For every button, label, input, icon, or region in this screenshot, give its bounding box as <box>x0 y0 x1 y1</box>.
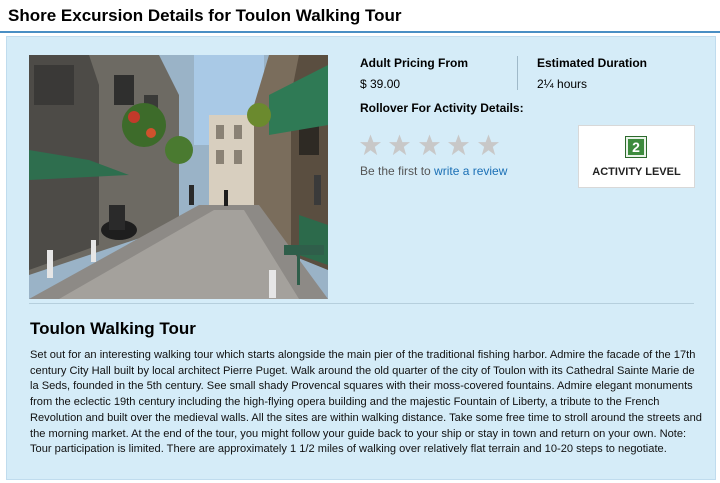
rating-stars[interactable] <box>359 133 502 159</box>
page-title: Shore Excursion Details for Toulon Walki… <box>8 6 402 25</box>
star-icon[interactable] <box>418 133 441 157</box>
write-review-link[interactable]: write a review <box>434 164 507 178</box>
estimated-duration-label: Estimated Duration <box>537 56 648 70</box>
info-divider <box>517 56 518 90</box>
review-prompt: Be the first to write a review <box>360 164 507 178</box>
activity-level-label: ACTIVITY LEVEL <box>592 166 681 178</box>
street-scene-image <box>29 55 328 299</box>
rollover-activity-label: Rollover For Activity Details: <box>360 101 524 115</box>
tour-description: Set out for an interesting walking tour … <box>30 349 702 456</box>
star-icon[interactable] <box>477 133 500 157</box>
title-divider <box>0 31 720 33</box>
adult-pricing-value: $ 39.00 <box>360 77 401 91</box>
adult-pricing-label: Adult Pricing From <box>360 56 468 70</box>
tour-photo <box>29 55 328 299</box>
excursion-panel: Adult Pricing From $ 39.00 Estimated Dur… <box>6 36 716 480</box>
star-icon[interactable] <box>359 133 382 157</box>
activity-level-box[interactable]: 2 ACTIVITY LEVEL <box>578 125 695 188</box>
tour-title: Toulon Walking Tour <box>30 319 196 338</box>
section-divider <box>29 303 694 304</box>
star-icon[interactable] <box>388 133 411 157</box>
estimated-duration-value: 2¼ hours <box>537 77 588 91</box>
star-icon[interactable] <box>447 133 470 157</box>
review-prompt-text: Be the first to <box>360 164 431 178</box>
activity-level-badge: 2 <box>625 136 647 158</box>
